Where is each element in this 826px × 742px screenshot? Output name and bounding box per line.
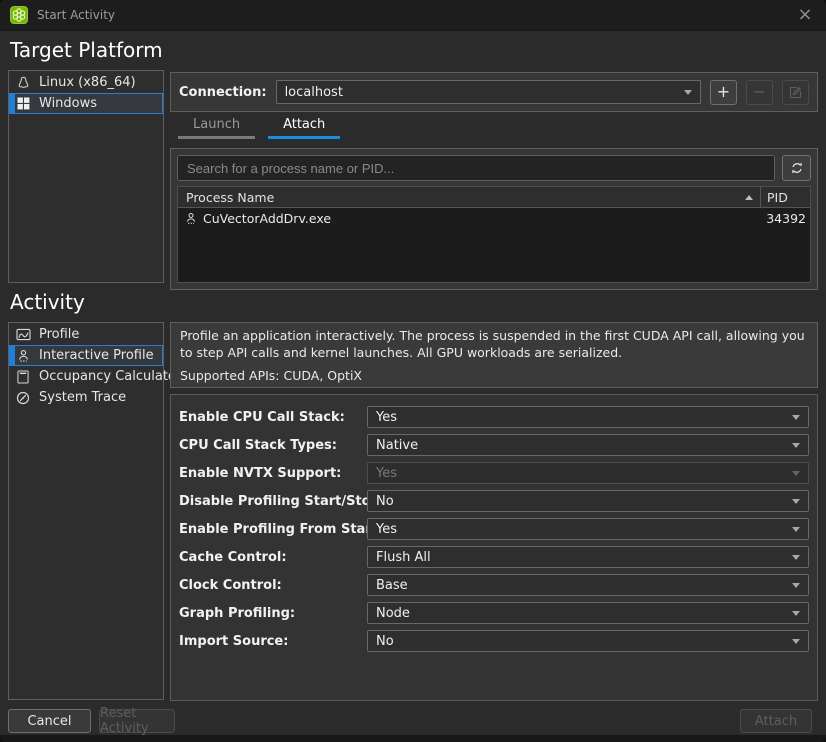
option-label: Graph Profiling: <box>179 606 367 621</box>
activity-item-occupancy-calculator[interactable]: Occupancy Calculator <box>9 366 163 387</box>
process-group: Process Name PID CuVectorA <box>170 148 818 290</box>
activity-description: Profile an application interactively. Th… <box>180 328 808 362</box>
option-label: Import Source: <box>179 634 367 649</box>
option-row-cpu-call-stack-types: CPU Call Stack Types: Native <box>179 434 809 456</box>
remove-connection-button: − <box>746 80 773 105</box>
option-row-disable-profiling-start-stop: Disable Profiling Start/Stop: No <box>179 490 809 512</box>
process-table-row[interactable]: CuVectorAddDrv.exe 34392 <box>178 208 810 228</box>
option-label: Enable Profiling From Start: <box>179 522 367 537</box>
activity-options-panel: Enable CPU Call Stack: Yes CPU Call Stac… <box>170 394 818 701</box>
window-bottom-edge <box>0 735 826 742</box>
option-row-enable-profiling-from-start: Enable Profiling From Start: Yes <box>179 518 809 540</box>
tab-attach[interactable]: Attach <box>268 115 340 139</box>
enable-cpu-call-stack-select[interactable]: Yes <box>367 406 809 428</box>
platform-list: Linux (x86_64) Windows <box>8 70 164 283</box>
option-row-enable-nvtx-support: Enable NVTX Support: Yes <box>179 462 809 484</box>
edit-connection-button <box>782 80 809 105</box>
enable-profiling-from-start-select[interactable]: Yes <box>367 518 809 540</box>
edit-pencil-icon <box>789 86 802 99</box>
activity-list: Profile Interactive Profile <box>8 322 164 700</box>
target-platform-heading: Target Platform <box>10 38 163 62</box>
cpu-call-stack-types-select[interactable]: Native <box>367 434 809 456</box>
graph-profiling-select[interactable]: Node <box>367 602 809 624</box>
connection-value: localhost <box>285 85 343 100</box>
nsight-compute-app-icon <box>10 6 28 24</box>
import-source-select[interactable]: No <box>367 630 809 652</box>
option-row-cache-control: Cache Control: Flush All <box>179 546 809 568</box>
column-header-pid[interactable]: PID <box>760 187 810 207</box>
connection-group: Connection: localhost + − <box>170 72 818 112</box>
reset-activity-button: Reset Activity <box>99 709 175 733</box>
supported-apis: Supported APIs: CUDA, OptiX <box>180 368 808 385</box>
person-icon <box>15 348 31 364</box>
enable-nvtx-support-select: Yes <box>367 462 809 484</box>
windows-logo-icon <box>15 96 31 112</box>
option-label: Cache Control: <box>179 550 367 565</box>
launch-attach-tabs: Launch Attach <box>178 115 340 139</box>
sort-ascending-icon <box>745 195 753 200</box>
platform-item-label: Windows <box>39 96 97 111</box>
platform-item-linux[interactable]: Linux (x86_64) <box>9 72 163 93</box>
option-row-import-source: Import Source: No <box>179 630 809 652</box>
title-bar: Start Activity × <box>0 0 826 31</box>
activity-item-system-trace[interactable]: System Trace <box>9 387 163 408</box>
minus-icon: − <box>753 84 766 100</box>
activity-description-panel: Profile an application interactively. Th… <box>170 322 818 388</box>
close-icon[interactable]: × <box>794 6 816 24</box>
disable-profiling-start-stop-select[interactable]: No <box>367 490 809 512</box>
gauge-icon <box>15 390 31 406</box>
attach-button: Attach <box>740 709 812 733</box>
activity-item-interactive-profile[interactable]: Interactive Profile <box>9 345 163 366</box>
option-row-clock-control: Clock Control: Base <box>179 574 809 596</box>
refresh-icon <box>790 161 804 175</box>
refresh-process-list-button[interactable] <box>782 155 811 181</box>
process-pid-cell: 34392 <box>760 211 810 226</box>
add-connection-button[interactable]: + <box>710 80 737 105</box>
connection-label: Connection: <box>179 85 267 100</box>
process-table-header: Process Name PID <box>178 187 810 208</box>
chart-icon <box>15 327 31 343</box>
option-label: Enable CPU Call Stack: <box>179 410 367 425</box>
platform-item-windows[interactable]: Windows <box>9 93 163 114</box>
activity-item-profile[interactable]: Profile <box>9 324 163 345</box>
process-name-cell: CuVectorAddDrv.exe <box>178 211 760 226</box>
cancel-button[interactable]: Cancel <box>8 709 91 733</box>
option-label: Disable Profiling Start/Stop: <box>179 494 367 509</box>
process-icon <box>185 212 197 225</box>
platform-item-label: Linux (x86_64) <box>39 75 136 90</box>
window-title: Start Activity <box>37 8 115 22</box>
process-search-input[interactable] <box>177 155 775 181</box>
cache-control-select[interactable]: Flush All <box>367 546 809 568</box>
option-label: CPU Call Stack Types: <box>179 438 367 453</box>
option-row-enable-cpu-call-stack: Enable CPU Call Stack: Yes <box>179 406 809 428</box>
option-label: Enable NVTX Support: <box>179 466 367 481</box>
column-header-process-name[interactable]: Process Name <box>178 190 760 205</box>
tab-launch[interactable]: Launch <box>178 115 255 139</box>
option-row-graph-profiling: Graph Profiling: Node <box>179 602 809 624</box>
linux-tux-icon <box>15 75 31 91</box>
process-table: Process Name PID CuVectorA <box>177 186 811 283</box>
clock-control-select[interactable]: Base <box>367 574 809 596</box>
plus-icon: + <box>717 84 730 100</box>
activity-heading: Activity <box>10 290 85 314</box>
calculator-icon <box>15 369 31 385</box>
start-activity-dialog: Start Activity × Target Platform Linux (… <box>0 0 826 742</box>
connection-select[interactable]: localhost <box>276 80 701 104</box>
option-label: Clock Control: <box>179 578 367 593</box>
